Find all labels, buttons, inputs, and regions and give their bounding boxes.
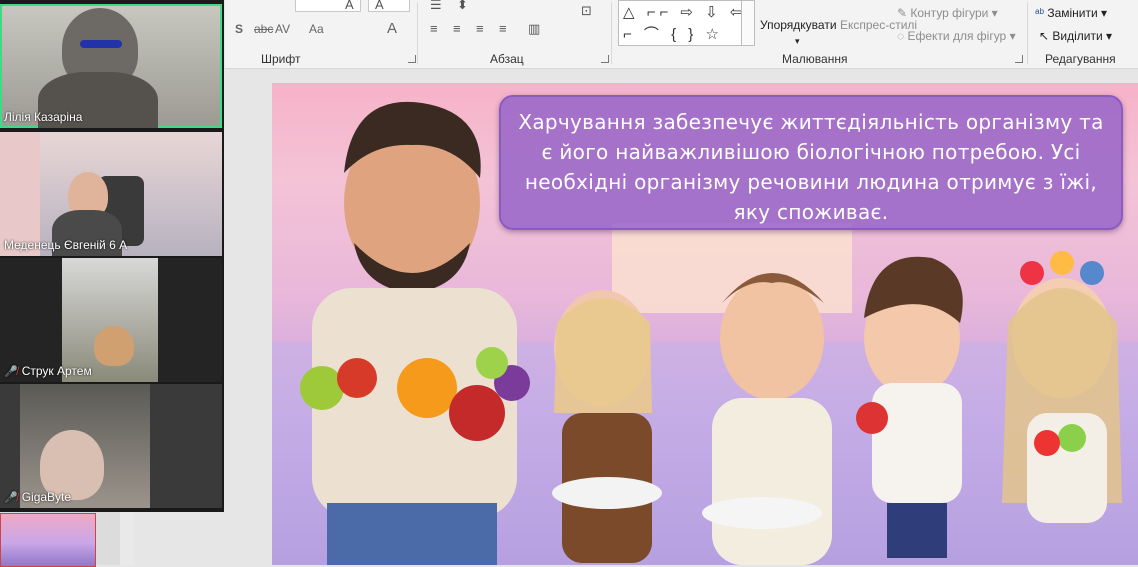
drawing-group-label: Малювання: [782, 52, 848, 66]
participant-name: 🎤̸ Струк Артем: [4, 364, 92, 378]
shape-effects-label: Ефекти для фігур: [907, 29, 1007, 43]
divider: [417, 2, 418, 64]
participant-name: Лілія Казаріна: [4, 110, 83, 124]
shrink-font-icon[interactable]: A: [375, 0, 384, 12]
font-color-icon[interactable]: A: [387, 20, 397, 37]
shape-outline-label: Контур фігури: [910, 6, 989, 20]
ribbon: A A S abc AV Aa A Шрифт ☰ ⬍ ≡ ≡ ≡ ≡ ▥ ⊡ …: [225, 0, 1138, 69]
scroll-gutter: [120, 512, 134, 565]
divider: [1027, 2, 1028, 64]
select-icon: ↖: [1039, 29, 1050, 43]
paragraph-group-label: Абзац: [490, 52, 524, 66]
select-label: Виділити: [1052, 29, 1103, 43]
font-launcher-icon[interactable]: [408, 55, 416, 63]
select-button[interactable]: ↖ Виділити ▾: [1039, 29, 1112, 43]
shapes-gallery-icon[interactable]: △ ⌐⌐ ⇨ ⇩ ⇦ ⌐ ⌒ { } ☆: [618, 0, 742, 46]
mic-muted-icon: 🎤̸: [4, 492, 18, 504]
align-left-icon[interactable]: ≡: [430, 22, 438, 36]
case-icon[interactable]: Aa: [309, 22, 324, 36]
slide-canvas[interactable]: Харчування забезпечує життєдіяльність ор…: [272, 83, 1138, 565]
arrange-button[interactable]: Упорядкувати: [760, 18, 837, 32]
columns-icon[interactable]: ▥: [528, 22, 540, 36]
grow-font-icon[interactable]: A: [345, 0, 354, 12]
slide-thumbnail-panel: [0, 512, 120, 567]
replace-label: Замінити: [1047, 6, 1098, 20]
gallery-scroll[interactable]: [741, 0, 755, 46]
list-icon[interactable]: ☰: [430, 0, 442, 12]
participant-tile[interactable]: Лілія Казаріна: [0, 4, 222, 128]
replace-button[interactable]: ᵃᵇ Замінити ▾: [1035, 6, 1107, 20]
participant-video: [94, 326, 134, 366]
chevron-down-icon: ▾: [795, 36, 800, 46]
participant-tile[interactable]: 🎤̸ GigaByte: [0, 384, 222, 508]
shape-outline-button[interactable]: ✎ Контур фігури ▾: [897, 6, 998, 20]
align-center-icon[interactable]: ≡: [453, 22, 461, 36]
paragraph-launcher-icon[interactable]: [601, 55, 609, 63]
participant-name: Меденець Євгеній 6 А: [4, 238, 128, 252]
spacing-icon[interactable]: AV: [275, 22, 290, 36]
participant-name: 🎤̸ GigaByte: [4, 490, 72, 504]
slide-caption[interactable]: Харчування забезпечує життєдіяльність ор…: [499, 95, 1123, 230]
editing-group-label: Редагування: [1045, 52, 1116, 66]
video-panel: Лілія Казаріна Меденець Євгеній 6 А 🎤̸ Ст…: [0, 0, 224, 512]
font-group-label: Шрифт: [261, 52, 301, 66]
participant-tile[interactable]: 🎤̸ Струк Артем: [0, 258, 222, 382]
strikethrough-icon[interactable]: S: [235, 22, 243, 36]
slide-thumbnail[interactable]: [0, 513, 96, 567]
align-right-icon[interactable]: ≡: [476, 22, 484, 36]
justify-icon[interactable]: ≡: [499, 22, 507, 36]
replace-icon: ᵃᵇ: [1035, 6, 1044, 20]
list-arrow-icon[interactable]: ⬍: [457, 0, 468, 12]
convert-smartart-icon[interactable]: ⊡: [581, 4, 592, 18]
strike-abc-icon[interactable]: abc: [254, 22, 273, 36]
participant-tile[interactable]: Меденець Євгеній 6 А: [0, 132, 222, 256]
glasses-icon: [80, 40, 122, 48]
shape-effects-button[interactable]: ◌ Ефекти для фігур ▾: [897, 29, 1016, 43]
divider: [611, 2, 612, 64]
mic-muted-icon: 🎤̸: [4, 366, 18, 378]
drawing-launcher-icon[interactable]: [1015, 55, 1023, 63]
